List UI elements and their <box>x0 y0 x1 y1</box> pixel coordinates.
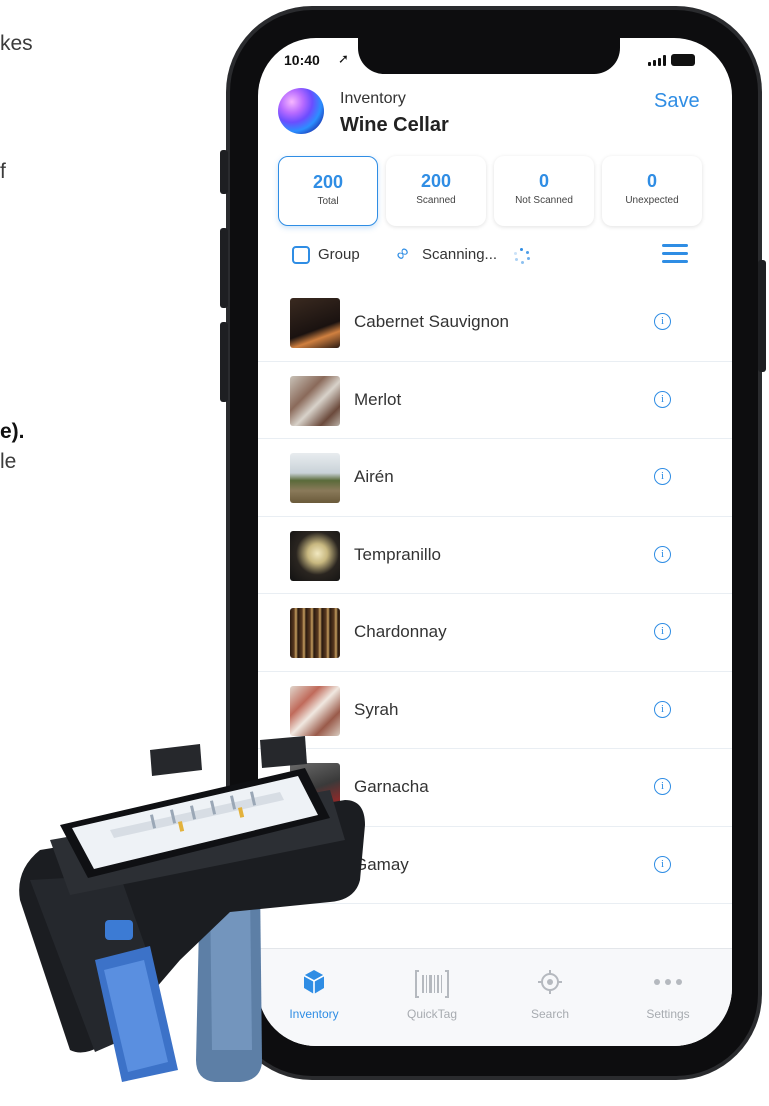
info-icon[interactable]: i <box>654 313 671 330</box>
stat-value: 0 <box>538 171 549 191</box>
signal-icon <box>648 55 666 66</box>
side-text-line-4: le <box>0 450 17 473</box>
people-drinking-photo <box>290 375 340 426</box>
vineyard-photo <box>290 453 340 503</box>
stat-label: Total <box>317 196 339 207</box>
barcode-icon <box>382 969 482 999</box>
stat-value: 200 <box>312 172 344 192</box>
stat-value: 0 <box>646 171 657 191</box>
tab-quicktag[interactable]: QuickTag <box>382 969 482 1021</box>
page: kes f e). le 10:40 ➚ Inventory Wine Cell… <box>0 0 769 1106</box>
scanning-status: Scanning... <box>422 246 498 263</box>
volume-down-button <box>220 322 228 402</box>
info-icon[interactable]: i <box>654 778 671 795</box>
more-dots-icon <box>618 969 718 999</box>
list-item[interactable]: Merlot i <box>258 362 732 439</box>
wine-glass-photo <box>290 298 340 348</box>
location-arrow-icon: ➚ <box>338 51 349 66</box>
info-icon[interactable]: i <box>654 623 671 640</box>
side-text-line-2: f <box>0 160 6 183</box>
stat-value: 200 <box>420 171 452 191</box>
notch <box>358 38 620 74</box>
white-wine-glass-photo <box>290 530 340 581</box>
item-name: Cabernet Sauvignon <box>354 312 510 331</box>
item-name: Syrah <box>354 699 399 719</box>
friends-toasting-photo <box>290 685 340 736</box>
target-icon <box>500 969 600 999</box>
stat-unexpected[interactable]: 0 Unexpected <box>602 156 702 226</box>
tab-settings[interactable]: Settings <box>618 969 718 1021</box>
tab-label: Search <box>530 1007 570 1021</box>
stat-label: Scanned <box>416 195 456 206</box>
tab-search[interactable]: Search <box>500 969 600 1021</box>
info-icon[interactable]: i <box>654 468 671 485</box>
status-time: 10:40 <box>284 52 320 68</box>
header-subtitle: Inventory <box>340 90 406 107</box>
item-name: Chardonnay <box>354 622 447 641</box>
stat-not-scanned[interactable]: 0 Not Scanned <box>494 156 594 226</box>
info-icon[interactable]: i <box>654 390 671 408</box>
item-name: Airén <box>354 467 394 486</box>
battery-icon <box>671 54 695 66</box>
page-title: Wine Cellar <box>340 114 449 136</box>
info-icon[interactable]: i <box>654 545 671 563</box>
spinner-icon <box>514 248 530 264</box>
info-icon[interactable]: i <box>654 700 671 718</box>
list-item[interactable]: Tempranillo i <box>258 517 732 594</box>
link-icon: ∞ <box>390 241 414 265</box>
stat-scanned[interactable]: 200 Scanned <box>386 156 486 226</box>
mute-switch <box>220 150 228 194</box>
item-name: Merlot <box>354 389 402 409</box>
stat-total[interactable]: 200 Total <box>278 156 378 226</box>
list-item[interactable]: Chardonnay i <box>258 594 732 672</box>
rfid-scanner-device <box>19 736 366 1082</box>
wine-bottle-shelf-photo <box>290 608 340 658</box>
stat-label: Not Scanned <box>515 195 573 206</box>
side-text-line-1: kes <box>0 32 33 55</box>
app-logo <box>278 88 324 134</box>
item-name: Tempranillo <box>354 544 441 564</box>
power-button <box>758 260 766 372</box>
save-button[interactable]: Save <box>654 90 700 113</box>
stat-label: Unexpected <box>625 195 679 206</box>
list-item[interactable]: Cabernet Sauvignon i <box>258 284 732 362</box>
stats-row: 200 Total 200 Scanned 0 Not Scanned 0 Un… <box>278 156 704 228</box>
tab-label: QuickTag <box>406 1007 458 1021</box>
group-checkbox[interactable] <box>292 246 310 264</box>
info-icon[interactable]: i <box>654 855 671 873</box>
group-label: Group <box>318 246 360 263</box>
list-item[interactable]: Airén i <box>258 439 732 517</box>
volume-up-button <box>220 228 228 308</box>
tab-label: Settings <box>646 1007 690 1021</box>
hamburger-menu-icon[interactable] <box>662 244 688 264</box>
side-text-line-3: e). <box>0 420 25 443</box>
